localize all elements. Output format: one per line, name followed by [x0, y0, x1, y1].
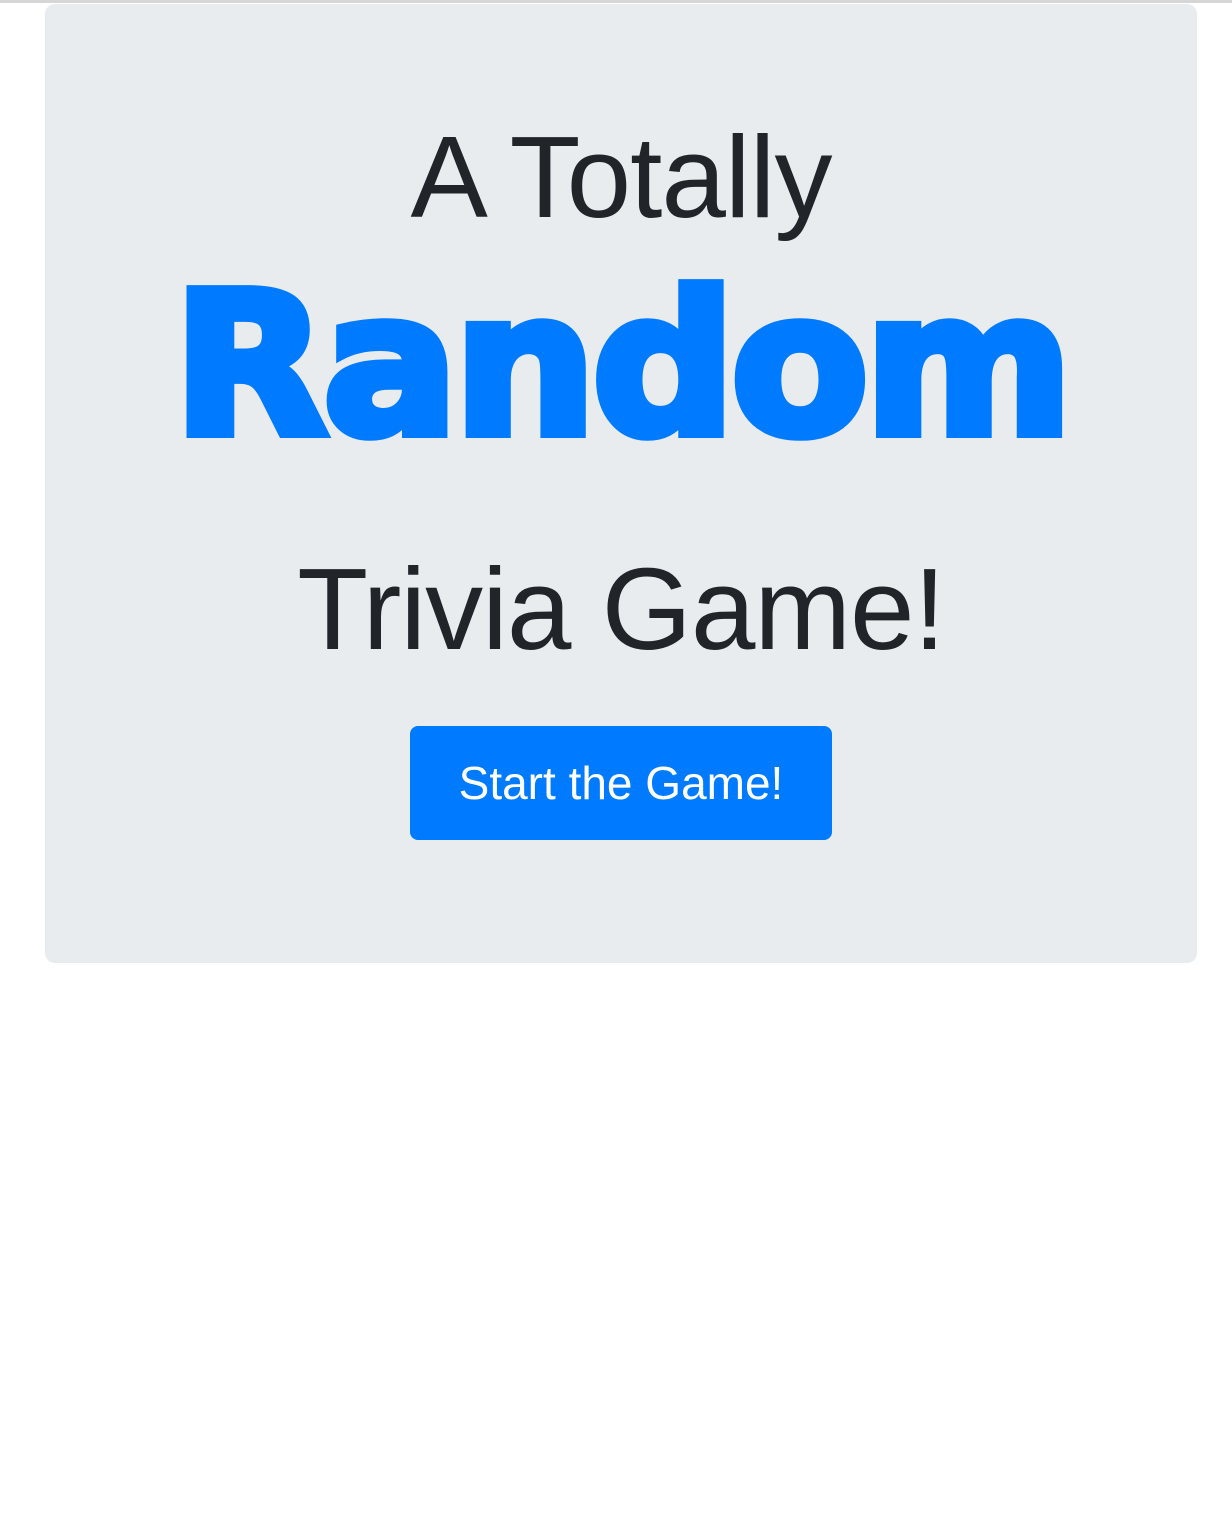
- top-divider: [0, 0, 1232, 3]
- title-line-top: A Totally: [410, 112, 833, 242]
- title-random-word: Random: [168, 252, 1078, 480]
- title-line-bottom: Trivia Game!: [297, 544, 946, 674]
- hero-panel: A Totally Random Trivia Game! Start the …: [45, 4, 1197, 963]
- start-game-button[interactable]: Start the Game!: [410, 726, 832, 840]
